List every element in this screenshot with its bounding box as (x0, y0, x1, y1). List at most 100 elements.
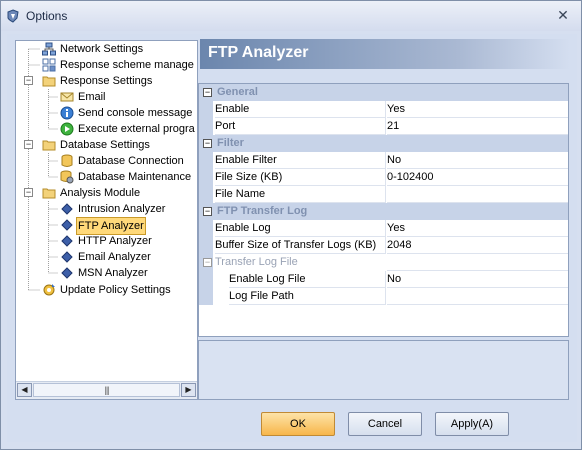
property-row-port[interactable]: Port 21 (199, 118, 568, 135)
scroll-right-button[interactable]: ▶ (181, 383, 196, 397)
category-ftp-transfer-log[interactable]: − FTP Transfer Log (199, 203, 568, 220)
scroll-left-button[interactable]: ◀ (17, 383, 32, 397)
row-margin (199, 271, 213, 288)
property-row-buffer-size[interactable]: Buffer Size of Transfer Logs (KB) 2048 (199, 237, 568, 254)
diamond-icon (61, 251, 73, 263)
tree-item-label: Response scheme manage (60, 59, 194, 71)
window-title: Options (26, 9, 68, 23)
dialog-body: Network Settings Response scheme manage … (7, 34, 577, 442)
tree-item-database-settings[interactable]: − Database Settings (16, 137, 197, 153)
tree-item-database-maintenance[interactable]: Database Maintenance (16, 169, 197, 185)
property-row-log-file-path[interactable]: Log File Path (199, 288, 568, 305)
tree-horizontal-scrollbar[interactable]: ◀ ||| ▶ (16, 381, 197, 399)
category-toggle[interactable]: − (203, 139, 212, 148)
row-margin (199, 101, 213, 118)
tree-item-label: Send console message (78, 107, 193, 119)
property-grid[interactable]: − General Enable Yes Port 21 − Filter En… (198, 83, 569, 337)
tree-item-update-policy[interactable]: Update Policy Settings (16, 282, 197, 298)
property-value[interactable] (387, 288, 568, 305)
property-name: Buffer Size of Transfer Logs (KB) (215, 237, 386, 254)
collapse-toggle[interactable]: − (24, 76, 33, 85)
tree-item-label: MSN Analyzer (78, 267, 148, 279)
tree-item-label: Email Analyzer (78, 251, 151, 263)
envelope-icon (60, 92, 74, 102)
subcategory-label: Transfer Log File (215, 256, 298, 268)
tree-item-email[interactable]: Email (16, 89, 197, 105)
ok-button[interactable]: OK (261, 412, 335, 436)
category-toggle[interactable]: − (203, 207, 212, 216)
tree-item-intrusion-analyzer[interactable]: Intrusion Analyzer (16, 201, 197, 217)
tree-item-execute-external[interactable]: Execute external progra (16, 121, 197, 137)
database-icon (61, 154, 73, 167)
section-title: FTP Analyzer (208, 44, 309, 61)
section-header: FTP Analyzer (200, 39, 570, 69)
category-label: General (217, 86, 258, 98)
row-margin (199, 152, 213, 169)
tree-item-network-settings[interactable]: Network Settings (16, 41, 197, 57)
subcategory-value (387, 254, 568, 271)
tree-item-label: Analysis Module (60, 187, 141, 199)
property-name: Port (215, 118, 386, 135)
scheme-icon (42, 58, 56, 72)
property-value[interactable]: 2048 (387, 237, 568, 254)
update-icon (43, 284, 55, 296)
property-value[interactable]: Yes (387, 101, 568, 118)
property-name: Enable (215, 101, 386, 118)
property-value[interactable] (387, 186, 568, 203)
tree-item-label: HTTP Analyzer (78, 235, 152, 247)
property-value[interactable]: No (387, 152, 568, 169)
tree-item-label: Update Policy Settings (60, 284, 171, 296)
property-value[interactable]: No (387, 271, 568, 288)
cancel-button[interactable]: Cancel (348, 412, 422, 436)
diamond-icon (61, 235, 73, 247)
tree-item-label: Database Settings (60, 139, 150, 151)
row-margin (199, 118, 213, 135)
options-window: Options ✕ Network Settings Response sche… (0, 0, 582, 450)
description-panel (198, 340, 569, 400)
property-name: Log File Path (229, 288, 386, 305)
property-row-file-size[interactable]: File Size (KB) 0-102400 (199, 169, 568, 186)
property-value[interactable]: 0-102400 (387, 169, 568, 186)
collapse-toggle[interactable]: − (24, 188, 33, 197)
category-toggle[interactable]: − (203, 88, 212, 97)
property-name: Enable Filter (215, 152, 386, 169)
tree-item-ftp-analyzer[interactable]: FTP Analyzer (16, 217, 197, 235)
tree-item-label: Database Maintenance (78, 171, 192, 183)
tree-item-label: Execute external progra (78, 123, 195, 135)
shield-icon (7, 9, 19, 23)
property-value[interactable]: 21 (387, 118, 568, 135)
close-button[interactable]: ✕ (552, 6, 574, 24)
tree-item-response-settings[interactable]: − Response Settings (16, 73, 197, 89)
property-row-enable[interactable]: Enable Yes (199, 101, 568, 118)
row-margin (199, 237, 213, 254)
property-row-enable-filter[interactable]: Enable Filter No (199, 152, 568, 169)
options-tree[interactable]: Network Settings Response scheme manage … (15, 40, 198, 400)
tree-item-response-scheme[interactable]: Response scheme manage (16, 57, 197, 73)
property-name: Enable Log (215, 220, 386, 237)
tree-item-analysis-module[interactable]: − Analysis Module (16, 185, 197, 201)
folder-icon (42, 76, 56, 87)
row-margin (199, 169, 213, 186)
subcategory-toggle[interactable]: − (203, 258, 212, 267)
property-row-file-name[interactable]: File Name (199, 186, 568, 203)
database-maint-icon (60, 170, 74, 184)
tree-item-send-console[interactable]: Send console message (16, 105, 197, 121)
apply-button[interactable]: Apply(A) (435, 412, 509, 436)
property-value[interactable]: Yes (387, 220, 568, 237)
tree-item-msn-analyzer[interactable]: MSN Analyzer (16, 265, 197, 281)
folder-icon (42, 140, 56, 151)
scroll-thumb[interactable]: ||| (33, 383, 180, 397)
property-row-enable-log[interactable]: Enable Log Yes (199, 220, 568, 237)
tree-item-email-analyzer[interactable]: Email Analyzer (16, 249, 197, 265)
tree-item-database-connection[interactable]: Database Connection (16, 153, 197, 169)
title-bar[interactable]: Options ✕ (1, 1, 581, 31)
category-filter[interactable]: − Filter (199, 135, 568, 152)
row-margin (199, 220, 213, 237)
property-row-enable-log-file[interactable]: Enable Log File No (199, 271, 568, 288)
tree-item-label: Database Connection (78, 155, 184, 167)
category-general[interactable]: − General (199, 84, 568, 101)
tree-item-http-analyzer[interactable]: HTTP Analyzer (16, 233, 197, 249)
subcategory-transfer-log-file[interactable]: − Transfer Log File (199, 254, 568, 271)
collapse-toggle[interactable]: − (24, 140, 33, 149)
tree-item-label: Email (78, 91, 106, 103)
